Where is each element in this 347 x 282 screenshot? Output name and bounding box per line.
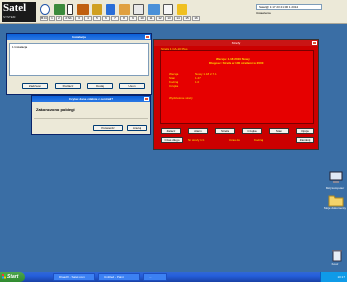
desktop-icon-label: Mój komputer <box>325 186 345 190</box>
dialog-title: Czytac dane zdalnie z centrali? <box>32 96 150 102</box>
app-toolbar: Satel SYSTEM B:Ct 1 2 2:Nb 3 4 5 6 7 8 9… <box>0 0 347 24</box>
toolbar-small-button[interactable]: 15 <box>183 16 191 21</box>
clock-icon[interactable] <box>163 4 173 15</box>
disconnect-button[interactable]: Rozlacz <box>55 83 81 89</box>
connect-icon[interactable] <box>40 4 50 15</box>
toolbar-small-button[interactable]: 2:Nb <box>63 16 74 21</box>
zone-status: Wydzielone strefy <box>169 96 193 100</box>
toolbar-small-button[interactable]: 16 <box>192 16 200 21</box>
panel-status-label: Ustawienia <box>256 11 296 15</box>
toolbar-small-button[interactable]: 3 <box>75 16 83 21</box>
computer-icon[interactable] <box>328 170 344 186</box>
panel-status-field[interactable]: Satel@ 1:17 23 21:00 1 2014 <box>256 4 322 10</box>
zone-button[interactable]: Zalacz <box>161 128 181 134</box>
confirm-button[interactable]: Potwierdz <box>93 125 123 131</box>
zones-window: Strefy Strefa 1 CA-10 Plus Wersja: 1.18 … <box>153 39 319 150</box>
refresh-icon[interactable] <box>54 4 65 15</box>
map-icon[interactable] <box>148 4 160 15</box>
zone-label: Czujka <box>169 84 179 88</box>
arrow-icon[interactable] <box>106 4 115 15</box>
taskbar: Start DloadX - Satel.com Untitled - Pain… <box>0 272 347 282</box>
chart-icon[interactable] <box>133 4 144 15</box>
zone-info-panel: Wersja: 1.18 2010 Nowy Dlugosc: Strefa w… <box>160 50 314 124</box>
confirm-dialog: Czytac dane zdalnie z centrali? Zakonczo… <box>31 95 151 135</box>
key-icon[interactable] <box>119 4 130 15</box>
info-icon[interactable] <box>67 4 73 15</box>
toolbar-small-button[interactable]: 7 <box>111 16 119 21</box>
list-item[interactable]: 1 Instalacja <box>11 45 147 50</box>
zone-button[interactable]: Stan <box>269 128 289 134</box>
toolbar-small-button[interactable]: B:Ct <box>40 16 48 21</box>
toolbar-small-button[interactable]: 13 <box>165 16 173 21</box>
dial-button[interactable]: Zadzwon <box>22 83 48 89</box>
cancel-button[interactable]: Anuluj <box>127 125 147 131</box>
toolbar-small-button[interactable]: 6 <box>102 16 110 21</box>
zone-footer-text: Nr strefy 1 b <box>188 138 205 142</box>
divider <box>34 118 148 119</box>
print-icon[interactable] <box>177 4 187 15</box>
zone-button[interactable]: Czas dlugo <box>161 137 183 143</box>
window-title: Instalacja <box>7 34 151 40</box>
toolbar-small-button[interactable]: 5 <box>93 16 101 21</box>
user-icon[interactable] <box>77 4 89 15</box>
connection-window: Instalacja 1 Instalacja Zadzwon Rozlacz … <box>6 33 152 95</box>
toolbar-small-button[interactable]: 10 <box>138 16 146 21</box>
logo-subtitle: SYSTEM <box>3 15 16 19</box>
dialog-message: Zakonczono pobiegi <box>36 107 75 112</box>
zone-button[interactable]: Alarm <box>188 128 208 134</box>
windows-flag-icon <box>2 274 6 279</box>
tray-clock[interactable]: 10:17 <box>337 275 345 279</box>
window-title: Strefy <box>154 40 318 46</box>
desktop-icon-label: Kosz <box>331 262 339 266</box>
lock-icon[interactable] <box>92 4 102 15</box>
desktop-icon-label: Moje dokumenty <box>323 206 346 210</box>
taskbar-item[interactable]: DloadX - Satel.com <box>53 273 95 281</box>
toolbar-small-button[interactable]: 14 <box>174 16 182 21</box>
zone-line-2: Dlugosc: Strefa w 100 strefami w 2000 <box>209 61 264 65</box>
toolbar-small-button[interactable]: 4 <box>84 16 92 21</box>
toolbar-small-button[interactable]: 9 <box>129 16 137 21</box>
add-button[interactable]: Dodaj <box>87 83 113 89</box>
zone-footer-text: Czas do <box>229 138 241 142</box>
start-label: Start <box>7 274 19 280</box>
close-button[interactable]: Zamknij <box>296 137 314 143</box>
toolbar-small-button[interactable]: 12 <box>156 16 164 21</box>
delete-button[interactable]: Usun <box>119 83 145 89</box>
zone-value: 1.0 <box>195 80 200 84</box>
toolbar-small-button[interactable]: 11 <box>147 16 155 21</box>
close-icon[interactable] <box>145 35 150 39</box>
close-icon[interactable] <box>312 41 317 45</box>
zone-button[interactable]: Strefa <box>215 128 235 134</box>
system-tray: 10:17 <box>320 272 347 282</box>
logo-text: Satel <box>3 2 27 14</box>
zone-button[interactable]: Opcje <box>296 128 314 134</box>
zone-footer-text: Kodzaj <box>254 138 264 142</box>
taskbar-item[interactable]: Untitled - Paint <box>98 273 140 281</box>
toolbar-small-button[interactable]: 2 <box>56 16 62 21</box>
zone-button[interactable]: Czujka <box>242 128 262 134</box>
close-icon[interactable] <box>144 97 149 101</box>
toolbar-small-button[interactable]: 1 <box>49 16 55 21</box>
toolbar-small-button[interactable]: 8 <box>120 16 128 21</box>
installation-list[interactable]: 1 Instalacja <box>9 43 149 76</box>
taskbar-item[interactable]: ... <box>143 273 167 281</box>
